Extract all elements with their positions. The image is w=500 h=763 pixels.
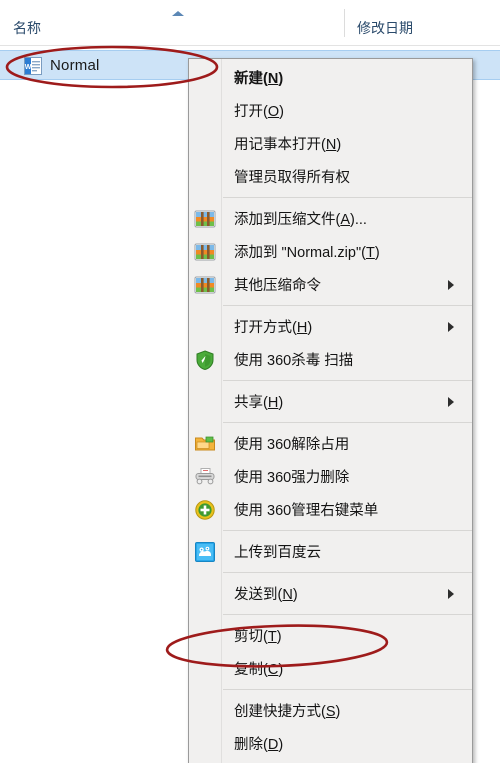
menu-item-新建[interactable]: 新建(N) [189, 61, 472, 94]
menu-item-使用-360管理右键菜单[interactable]: 使用 360管理右键菜单 [189, 493, 472, 526]
menu-item-打开方式[interactable]: 打开方式(H) [189, 310, 472, 343]
menu-item-删除[interactable]: 删除(D) [189, 727, 472, 760]
menu-item-label: 打开方式(H) [234, 320, 313, 336]
winrar-archive-icon [194, 208, 216, 230]
explorer-window: 名称 修改日期 W Normal 2016/8/14 星期 新建(N)打开(O)… [0, 0, 500, 763]
green-plus-circle-icon [194, 499, 216, 521]
sort-ascending-icon[interactable] [172, 11, 184, 16]
menu-item-使用-360杀毒-扫描[interactable]: 使用 360杀毒 扫描 [189, 343, 472, 376]
menu-separator [223, 530, 472, 531]
submenu-arrow-icon [448, 588, 454, 599]
column-header-bar: 名称 修改日期 [0, 0, 500, 46]
menu-item-label: 共享(H) [234, 395, 284, 411]
winrar-archive-icon [194, 241, 216, 263]
menu-separator [223, 305, 472, 306]
menu-item-label: 发送到(N) [234, 587, 298, 603]
green-shield-icon [194, 349, 216, 371]
menu-item-label: 剪切(T) [234, 629, 282, 645]
menu-item-label: 打开(O) [234, 104, 284, 120]
menu-item-管理员取得所有权[interactable]: 管理员取得所有权 [189, 160, 472, 193]
submenu-arrow-icon [448, 396, 454, 407]
menu-separator [223, 380, 472, 381]
menu-item-label: 添加到 "Normal.zip"(T) [234, 245, 380, 261]
menu-item-添加到压缩文件[interactable]: 添加到压缩文件(A)... [189, 202, 472, 235]
menu-separator [223, 689, 472, 690]
menu-item-label: 使用 360解除占用 [234, 437, 350, 453]
menu-item-使用-360解除占用[interactable]: 使用 360解除占用 [189, 427, 472, 460]
context-menu[interactable]: 新建(N) 打开(O) 用记事本打开(N) 管理员取得所有权添加到压缩文件(A)...… [188, 58, 473, 763]
column-header-name[interactable]: 名称 [13, 18, 41, 38]
menu-item-label: 添加到压缩文件(A)... [234, 212, 367, 228]
menu-item-label: 创建快捷方式(S) [234, 704, 341, 720]
menu-item-用记事本打开[interactable]: 用记事本打开(N) [189, 127, 472, 160]
menu-item-创建快捷方式[interactable]: 创建快捷方式(S) [189, 694, 472, 727]
menu-item-使用-360强力删除[interactable]: 使用 360强力删除 [189, 460, 472, 493]
menu-item-label: 用记事本打开(N) [234, 137, 342, 153]
menu-item-label: 管理员取得所有权 [234, 170, 350, 186]
column-header-modified-date[interactable]: 修改日期 [357, 18, 413, 38]
menu-item-添加到-normal-zip-[interactable]: 添加到 "Normal.zip"(T) [189, 235, 472, 268]
menu-item-label: 复制(C) [234, 662, 284, 678]
orange-folder-icon [194, 433, 216, 455]
menu-item-打开[interactable]: 打开(O) [189, 94, 472, 127]
menu-item-label: 使用 360强力删除 [234, 470, 350, 486]
submenu-arrow-icon [448, 279, 454, 290]
svg-text:W: W [25, 64, 32, 71]
menu-item-label: 新建(N) [234, 71, 284, 87]
menu-item-label: 上传到百度云 [234, 545, 321, 561]
menu-item-label: 使用 360杀毒 扫描 [234, 353, 354, 369]
winrar-archive-icon [194, 274, 216, 296]
menu-item-共享[interactable]: 共享(H) [189, 385, 472, 418]
word-document-icon: W [24, 57, 42, 75]
menu-item-label: 其他压缩命令 [234, 278, 321, 294]
menu-item-剪切[interactable]: 剪切(T) [189, 619, 472, 652]
menu-item-label: 使用 360管理右键菜单 [234, 503, 379, 519]
menu-separator [223, 422, 472, 423]
menu-separator [223, 614, 472, 615]
submenu-arrow-icon [448, 321, 454, 332]
menu-item-label: 删除(D) [234, 737, 284, 753]
shredder-icon [194, 466, 216, 488]
menu-separator [223, 572, 472, 573]
menu-separator [223, 197, 472, 198]
menu-item-上传到百度云[interactable]: 上传到百度云 [189, 535, 472, 568]
column-divider[interactable] [344, 9, 345, 37]
menu-item-发送到[interactable]: 发送到(N) [189, 577, 472, 610]
menu-item-其他压缩命令[interactable]: 其他压缩命令 [189, 268, 472, 301]
menu-item-复制[interactable]: 复制(C) [189, 652, 472, 685]
file-name-label: Normal [50, 57, 100, 74]
baidu-cloud-icon [194, 541, 216, 563]
